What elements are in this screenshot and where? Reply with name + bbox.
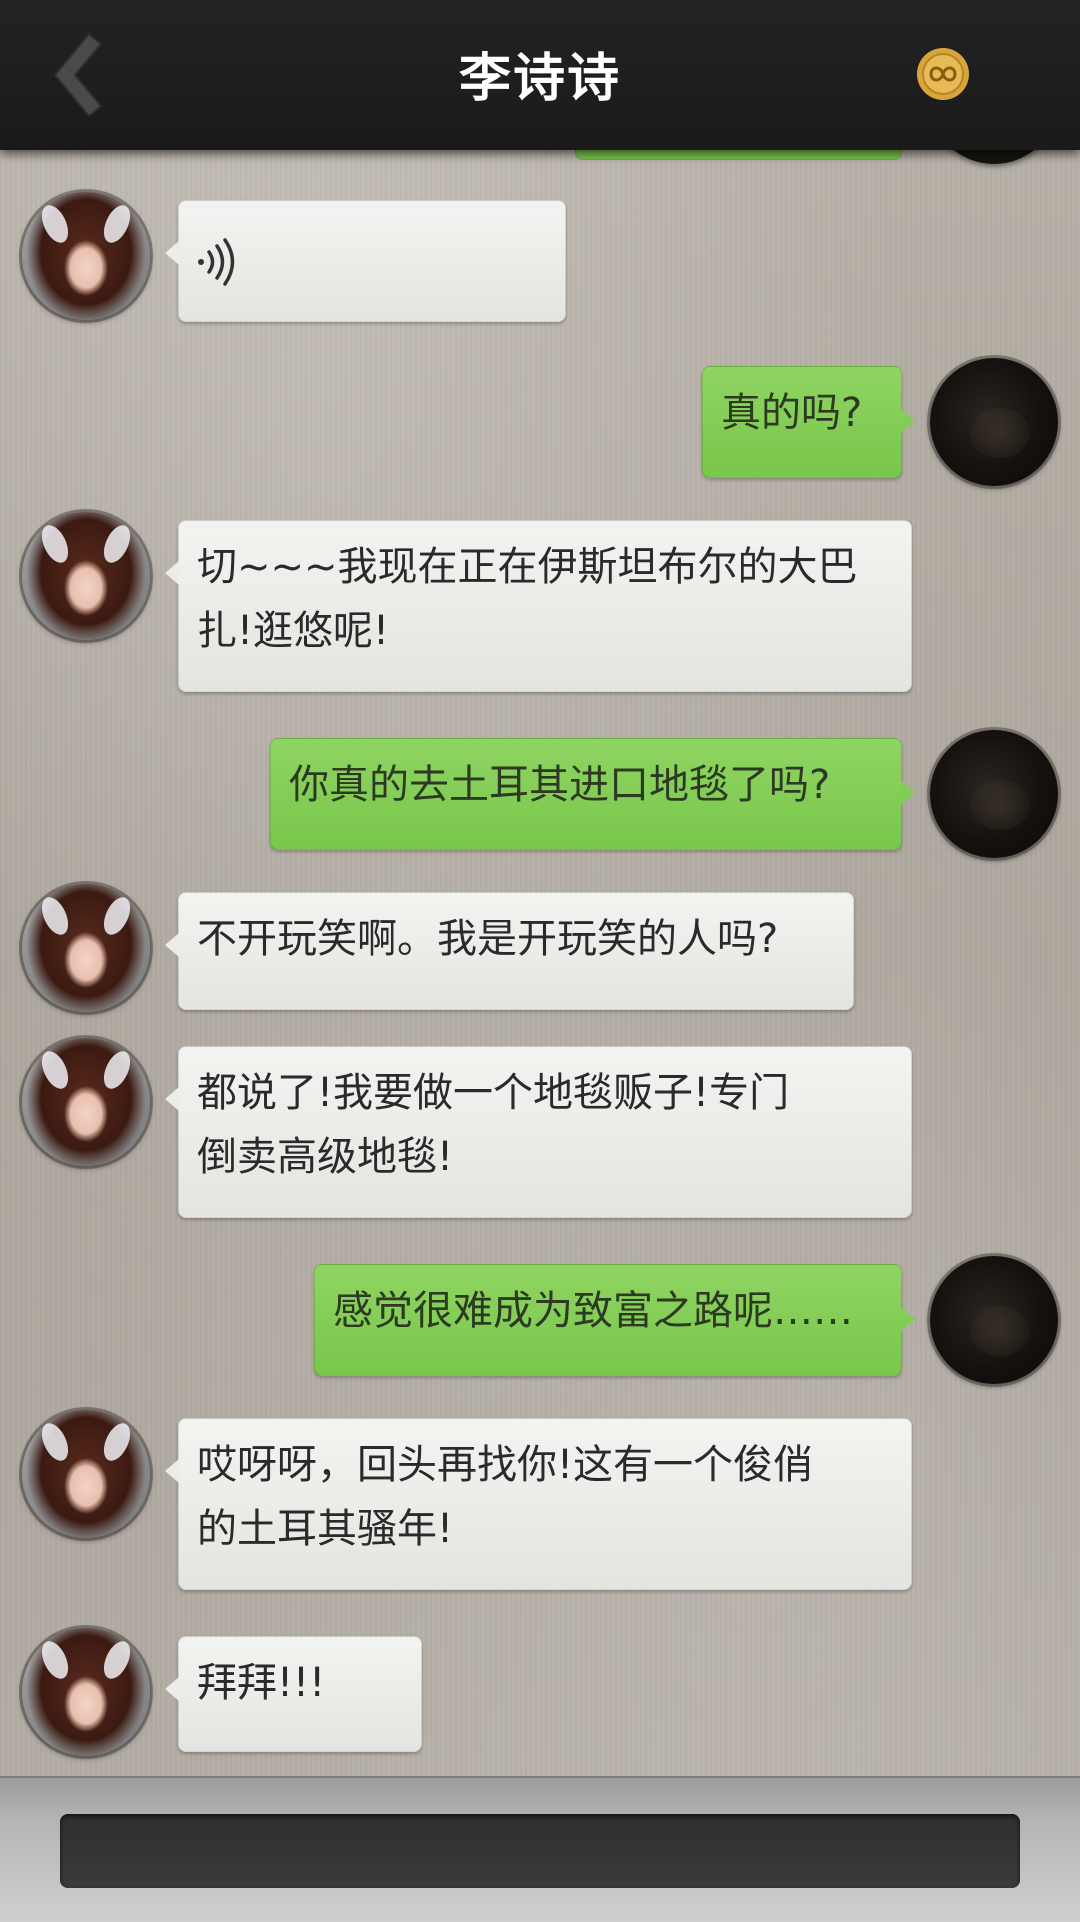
message-text-line: 扎!逛悠呢!	[197, 608, 390, 654]
coin-button[interactable]	[915, 46, 971, 102]
contact-avatar[interactable]	[22, 1410, 150, 1538]
message-bubble-received[interactable]: 都说了!我要做一个地毯贩子!专门 倒卖高级地毯!	[165, 1046, 912, 1218]
message-input[interactable]	[60, 1814, 1020, 1888]
user-avatar[interactable]	[930, 1256, 1058, 1384]
message-text-line: 的土耳其骚年!	[197, 1506, 454, 1552]
message-text: 不开玩笑啊。我是开玩笑的人吗?	[197, 916, 779, 962]
message-text: 感觉很难成为致富之路呢……	[333, 1288, 853, 1334]
message-text-line: 倒卖高级地毯!	[197, 1134, 454, 1180]
contact-avatar[interactable]	[22, 1038, 150, 1166]
input-footer	[0, 1776, 1080, 1922]
message-bubble-received[interactable]: 拜拜!!!	[165, 1636, 422, 1752]
message-bubble-received[interactable]: 不开玩笑啊。我是开玩笑的人吗?	[165, 892, 854, 1010]
message-bubble-received[interactable]: 哎呀呀，回头再找你!这有一个俊俏 的土耳其骚年!	[165, 1418, 912, 1590]
message-bubble-sent[interactable]: 真的吗?	[702, 366, 915, 478]
message-text: 你真的去土耳其进口地毯了吗?	[289, 762, 831, 808]
voice-icon	[198, 238, 235, 286]
contact-avatar[interactable]	[22, 1628, 150, 1756]
infinity-coin-icon	[917, 48, 969, 100]
contact-avatar[interactable]	[22, 884, 150, 1012]
message-text-line: 都说了!我要做一个地毯贩子!专门	[197, 1070, 790, 1116]
message-bubble-sent[interactable]: 你真的去土耳其进口地毯了吗?	[270, 738, 915, 850]
message-bubble-sent[interactable]: 感觉很难成为致富之路呢……	[314, 1264, 915, 1376]
user-avatar[interactable]	[930, 358, 1058, 486]
contact-avatar[interactable]	[22, 512, 150, 640]
top-bar: 李诗诗	[0, 0, 1080, 150]
user-avatar[interactable]	[930, 730, 1058, 858]
message-text-line: 切~~~我现在正在伊斯坦布尔的大巴	[197, 544, 858, 590]
message-text-line: 哎呀呀，回头再找你!这有一个俊俏	[197, 1442, 814, 1488]
contact-avatar[interactable]	[22, 192, 150, 320]
message-bubble-received[interactable]: 切~~~我现在正在伊斯坦布尔的大巴 扎!逛悠呢!	[165, 520, 912, 692]
message-text: 拜拜!!!	[197, 1660, 326, 1706]
voice-message-bubble[interactable]	[165, 200, 566, 322]
message-text: 真的吗?	[721, 390, 863, 436]
